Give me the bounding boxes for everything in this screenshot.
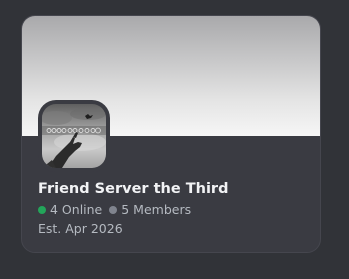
server-icon-frame [38,100,110,172]
server-name: Friend Server the Third [38,181,229,197]
online-stat: 4 Online [38,202,102,218]
server-card[interactable]: Friend Server the Third 4 Online 5 Membe… [21,15,321,253]
member-count: 5 Members [121,202,192,217]
members-stat: 5 Members [109,202,191,218]
server-stats: 4 Online 5 Members [38,202,191,218]
established-date: Est. Apr 2026 [38,221,123,236]
online-count: 4 Online [50,202,103,217]
members-dot-icon [109,206,118,214]
online-status-dot-icon [38,206,46,214]
server-photo-icon [42,104,106,168]
